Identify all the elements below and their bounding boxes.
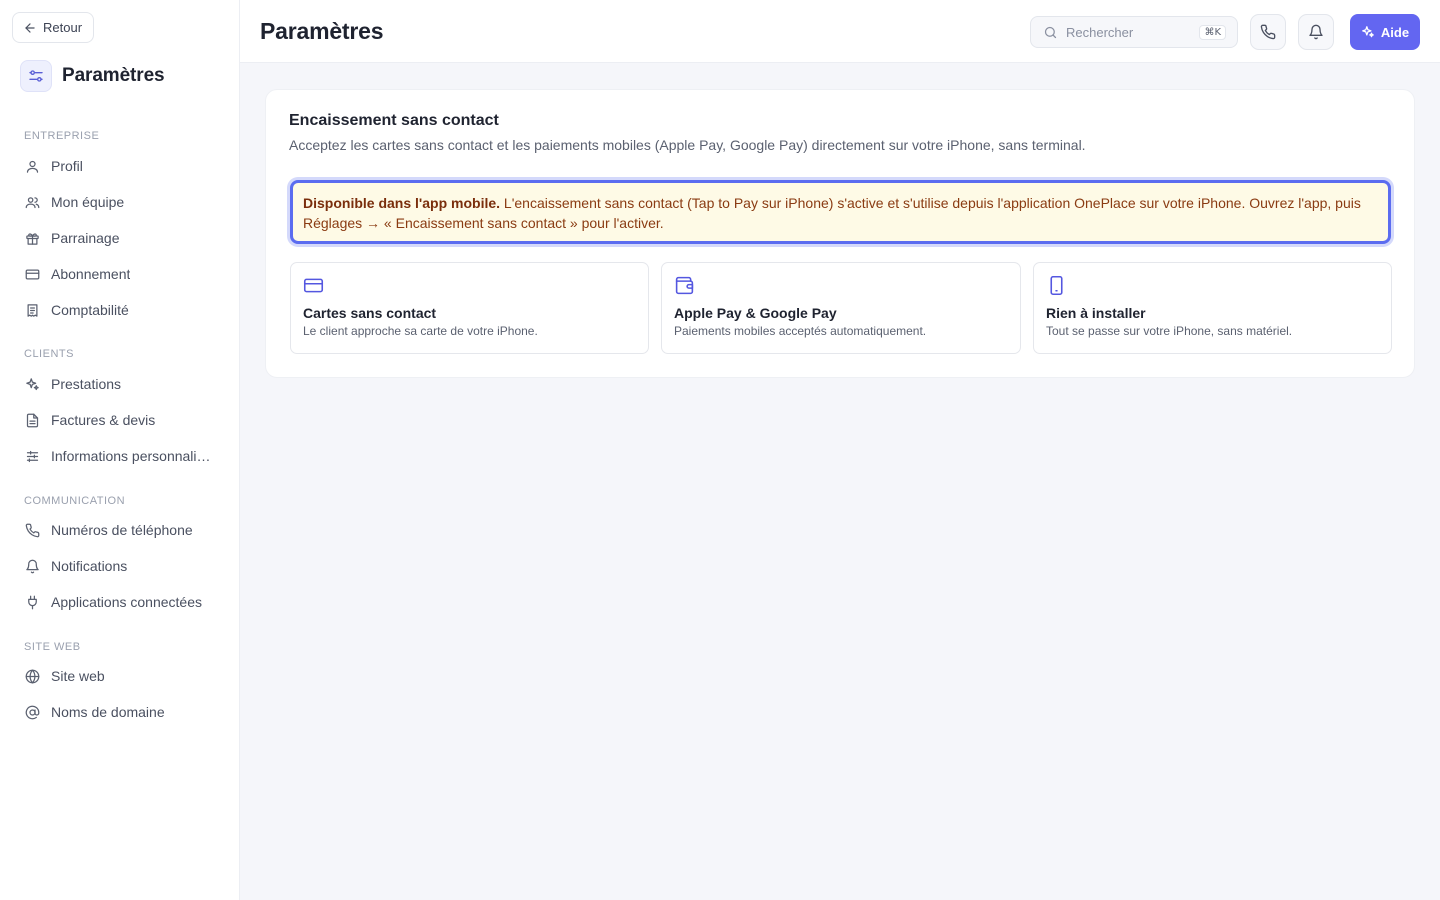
sidebar-item-informations-personnalisees[interactable]: Informations personnalis… — [16, 440, 224, 472]
sidebar-item-label: Informations personnalis… — [51, 448, 216, 464]
bell-icon — [26, 559, 39, 573]
feature-title: Apple Pay & Google Pay — [674, 305, 837, 321]
feature-card-contactless: Cartes sans contact Le client approche s… — [290, 262, 649, 354]
back-button-label: Retour — [43, 20, 83, 35]
feature-title: Rien à installer — [1046, 305, 1146, 321]
help-button-label: Aide — [1380, 24, 1410, 40]
notifications-button[interactable] — [1298, 14, 1334, 50]
phone-button[interactable] — [1250, 14, 1286, 50]
feature-description: Paiements mobiles acceptés automatiqueme… — [674, 324, 927, 338]
sidebar-item-label: Prestations — [51, 376, 122, 392]
sidebar-item-label: Mon équipe — [51, 194, 125, 210]
credit-card-icon — [25, 269, 40, 279]
sidebar-item-site-web[interactable]: Site web — [16, 660, 224, 692]
plug-icon — [28, 595, 37, 609]
arrow-left-icon — [25, 22, 35, 33]
search-icon — [1044, 26, 1057, 38]
search-box[interactable]: ⌘K — [1030, 16, 1238, 48]
help-button[interactable]: Aide — [1350, 14, 1420, 50]
gift-icon — [26, 232, 39, 245]
sidebar-item-label: Abonnement — [51, 266, 131, 282]
sidebar-item-label: Site web — [51, 668, 105, 684]
smartphone-icon — [1050, 275, 1063, 296]
sidebar-title: Paramètres — [62, 65, 165, 86]
contactless-payment-card: Encaissement sans contact Acceptez les c… — [265, 89, 1415, 378]
top-header: Paramètres ⌘K Aide — [240, 0, 1440, 63]
sidebar-item-mon-equipe[interactable]: Mon équipe — [16, 186, 224, 218]
sidebar-heading: Paramètres — [20, 60, 165, 92]
sliders-icon — [26, 450, 39, 462]
sidebar-item-prestations[interactable]: Prestations — [16, 368, 224, 400]
wallet-icon — [675, 276, 694, 295]
sidebar-item-applications-connectees[interactable]: Applications connectées — [16, 586, 224, 618]
sparkles-icon — [1362, 26, 1374, 38]
receipt-icon — [27, 303, 38, 317]
mobile-app-notice: Disponible dans l'app mobile. L'encaisse… — [290, 180, 1391, 244]
sidebar-item-factures-devis[interactable]: Factures & devis — [16, 404, 224, 436]
sidebar-item-label: Notifications — [51, 558, 128, 574]
bell-icon — [1309, 24, 1323, 40]
sidebar-item-profil[interactable]: Profil — [16, 150, 224, 182]
phone-icon — [1260, 24, 1276, 40]
sidebar-item-label: Comptabilité — [51, 302, 129, 318]
sidebar-item-abonnement[interactable]: Abonnement — [16, 258, 224, 290]
section-label-entreprise: ENTREPRISE — [24, 130, 100, 142]
sidebar-item-label: Factures & devis — [51, 412, 156, 428]
feature-card-mobile-pay: Apple Pay & Google Pay Paiements mobiles… — [661, 262, 1021, 354]
back-button[interactable]: Retour — [12, 12, 95, 43]
sidebar-item-notifications[interactable]: Notifications — [16, 550, 224, 582]
file-text-icon — [26, 413, 39, 427]
sidebar-item-numeros-telephone[interactable]: Numéros de téléphone — [16, 514, 224, 546]
section-label-communication: COMMUNICATION — [24, 495, 126, 507]
at-sign-icon — [25, 705, 40, 719]
sidebar-item-label: Parrainage — [51, 230, 120, 246]
sidebar-item-label: Noms de domaine — [51, 704, 165, 720]
sidebar-item-parrainage[interactable]: Parrainage — [16, 222, 224, 254]
sidebar: Retour Paramètres ENTREPRISE Profil Mon … — [0, 0, 240, 900]
sidebar-item-label: Applications connectées — [51, 594, 202, 610]
user-icon — [26, 160, 39, 173]
settings-sliders-icon — [20, 60, 52, 92]
search-shortcut-badge: ⌘K — [1199, 25, 1226, 40]
sparkles-icon — [26, 377, 39, 390]
search-input[interactable] — [1066, 24, 1196, 40]
credit-card-icon — [303, 278, 324, 293]
globe-icon — [25, 668, 40, 684]
feature-title: Cartes sans contact — [303, 305, 437, 321]
sidebar-item-label: Numéros de téléphone — [51, 522, 193, 538]
users-icon — [25, 196, 40, 208]
feature-description: Le client approche sa carte de votre iPh… — [303, 324, 538, 338]
card-title: Encaissement sans contact — [289, 112, 499, 129]
sidebar-item-comptabilite[interactable]: Comptabilité — [16, 294, 224, 326]
sidebar-item-noms-domaine[interactable]: Noms de domaine — [16, 696, 224, 728]
notice-bold-text: Disponible dans l'app mobile. — [303, 195, 501, 211]
section-label-site-web: SITE WEB — [24, 641, 81, 653]
section-label-clients: CLIENTS — [24, 348, 74, 360]
page-title: Paramètres — [260, 18, 384, 44]
sidebar-item-label: Profil — [51, 158, 83, 174]
feature-card-nothing-to-install: Rien à installer Tout se passe sur votre… — [1033, 262, 1392, 354]
feature-description: Tout se passe sur votre iPhone, sans mat… — [1046, 324, 1293, 338]
card-subtitle: Acceptez les cartes sans contact et les … — [289, 137, 1086, 153]
phone-icon — [25, 523, 40, 537]
